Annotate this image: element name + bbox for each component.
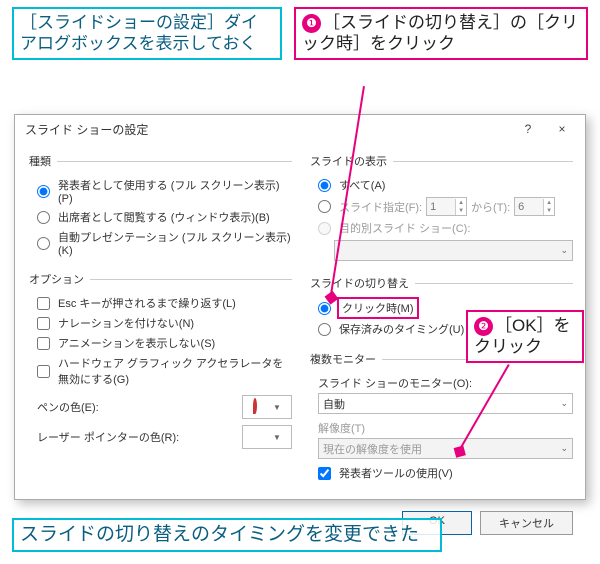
label-laser-color: レーザー ポインターの色(R): (37, 429, 179, 445)
group-multiple-monitors: 複数モニター スライド ショーのモニター(O): 自動 ⌄ 解像度(T) 現在の… (308, 351, 573, 485)
spin-to[interactable]: ▲▼ (514, 197, 555, 216)
radio-custom-show (318, 222, 331, 235)
pen-color-picker[interactable]: ▼ (242, 395, 292, 419)
label-custom-show: 目的別スライド ショー(C): (339, 220, 470, 236)
chevron-down-icon: ⌄ (560, 245, 568, 256)
label-slides-range: スライド指定(F): (339, 199, 422, 215)
pen-icon (253, 398, 257, 414)
dialog-title: スライド ショーの設定 (25, 121, 511, 138)
cancel-button[interactable]: キャンセル (480, 511, 573, 535)
radio-slides-range[interactable] (318, 200, 331, 213)
callout-step2: ❷［OK］をクリック (466, 310, 584, 363)
group-show-options-legend: オプション (27, 271, 90, 287)
group-show-type: 種類 発表者として使用する (フル スクリーン表示)(P) 出席者として閲覧する… (27, 153, 292, 261)
label-browse-window: 出席者として閲覧する (ウィンドウ表示)(B) (58, 209, 270, 225)
radio-slides-all[interactable] (318, 179, 331, 192)
spin-to-value (515, 198, 543, 215)
label-monitor: スライド ショーのモニター(O): (318, 375, 573, 391)
group-multiple-monitors-legend: 複数モニター (308, 351, 382, 367)
select-custom-show: ⌄ (334, 240, 573, 261)
group-show-slides: スライドの表示 すべて(A) スライド指定(F): ▲▼ から(T): ▲▼ 目… (308, 153, 573, 265)
left-column: 種類 発表者として使用する (フル スクリーン表示)(P) 出席者として閲覧する… (27, 147, 292, 495)
label-presenter-view: 発表者ツールの使用(V) (339, 465, 453, 481)
close-button[interactable]: × (545, 117, 579, 141)
label-resolution: 解像度(T) (318, 420, 573, 436)
group-advance-slides-legend: スライドの切り替え (308, 275, 415, 291)
spin-from[interactable]: ▲▼ (426, 197, 467, 216)
titlebar: スライド ショーの設定 ? × (15, 115, 585, 143)
callout-step1: ❶［スライドの切り替え］の［クリック時］をクリック (294, 7, 588, 60)
label-advance-timings: 保存済みのタイミング(U) (339, 321, 464, 337)
group-show-options: オプション Esc キーが押されるまで繰り返す(L) ナレーションを付けない(N… (27, 271, 292, 453)
check-disable-hw-accel[interactable] (37, 365, 50, 378)
group-show-type-legend: 種類 (27, 153, 57, 169)
step1-number: ❶ (302, 14, 321, 33)
select-monitor-value: 自動 (323, 396, 345, 412)
chevron-down-icon: ⌄ (560, 398, 568, 409)
step1-text: ［スライドの切り替え］の［クリック時］をクリック (302, 13, 578, 53)
label-advance-click: クリック時(M) (339, 299, 417, 317)
label-pen-color: ペンの色(E): (37, 399, 99, 415)
check-no-narration[interactable] (37, 317, 50, 330)
chevron-down-icon: ⌄ (560, 443, 568, 454)
label-presenter-full: 発表者として使用する (フル スクリーン表示)(P) (58, 177, 292, 205)
slideshow-settings-dialog: スライド ショーの設定 ? × 種類 発表者として使用する (フル スクリーン表… (14, 114, 586, 500)
label-no-narration: ナレーションを付けない(N) (58, 315, 194, 331)
step2-number: ❷ (474, 317, 493, 336)
spin-from-value (427, 198, 455, 215)
radio-presenter-full[interactable] (37, 185, 50, 198)
check-no-animation[interactable] (37, 337, 50, 350)
callout-intro: ［スライドショーの設定］ダイアログボックスを表示しておく (12, 7, 282, 60)
radio-kiosk-full[interactable] (37, 237, 50, 250)
label-kiosk-full: 自動プレゼンテーション (フル スクリーン表示)(K) (58, 229, 292, 257)
radio-browse-window[interactable] (37, 211, 50, 224)
radio-advance-timings[interactable] (318, 323, 331, 336)
label-no-animation: アニメーションを表示しない(S) (58, 335, 215, 351)
check-loop-esc[interactable] (37, 297, 50, 310)
select-resolution-value: 現在の解像度を使用 (323, 441, 422, 457)
laser-color-picker[interactable]: ▼ (242, 425, 292, 449)
label-to: から(T): (471, 199, 510, 215)
label-disable-hw-accel: ハードウェア グラフィック アクセラレータを無効にする(G) (58, 355, 292, 387)
help-button[interactable]: ? (511, 117, 545, 141)
label-loop-esc: Esc キーが押されるまで繰り返す(L) (58, 295, 236, 311)
select-monitor[interactable]: 自動 ⌄ (318, 393, 573, 414)
select-resolution: 現在の解像度を使用 ⌄ (318, 438, 573, 459)
check-presenter-view[interactable] (318, 467, 331, 480)
chevron-down-icon: ▼ (273, 403, 281, 412)
chevron-down-icon: ▼ (273, 433, 281, 442)
callout-result: スライドの切り替えのタイミングを変更できた (12, 518, 442, 552)
